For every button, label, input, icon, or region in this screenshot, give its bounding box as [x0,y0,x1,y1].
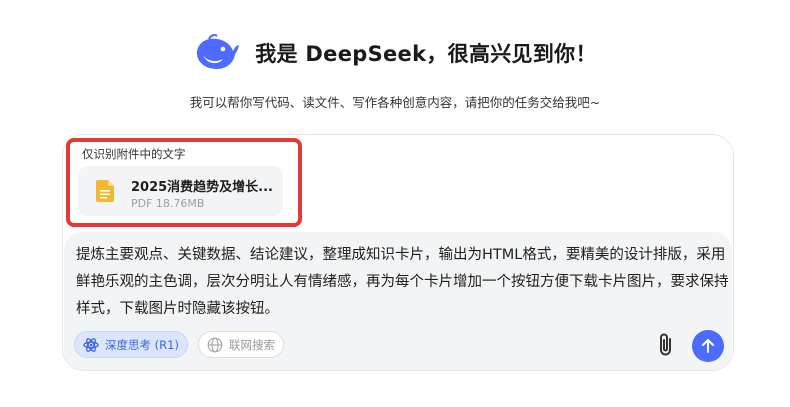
atom-icon [83,337,99,353]
message-input-text[interactable]: 提炼主要观点、关键数据、结论建议，整理成知识卡片，输出为HTML格式，要精美的设… [76,242,730,323]
attachment-area: 仅识别附件中的文字 2025消费趋势及增长... PDF 18.76MB [66,138,302,227]
send-button[interactable] [692,330,724,362]
page-title: 我是 DeepSeek，很高兴见到你！ [255,42,597,66]
arrow-up-icon [700,338,716,354]
document-icon [96,180,114,202]
web-search-label: 联网搜索 [229,337,275,352]
file-meta: PDF 18.76MB [131,197,205,210]
deepseek-whale-icon [193,29,241,77]
subtitle: 我可以帮你写代码、读文件、写作各种创意内容，请把你的任务交给我吧~ [189,95,601,110]
file-attachment-chip[interactable]: 2025消费趋势及增长... PDF 18.76MB [78,166,283,216]
deep-think-toggle[interactable]: 深度思考 (R1) [74,331,188,358]
header: 我是 DeepSeek，很高兴见到你！ [0,28,790,78]
attachment-label: 仅识别附件中的文字 [82,147,186,161]
deep-think-label: 深度思考 (R1) [105,337,179,352]
paperclip-icon[interactable] [655,332,677,358]
globe-icon [207,337,223,353]
file-name: 2025消费趋势及增长... [131,180,273,195]
web-search-toggle[interactable]: 联网搜索 [198,331,284,358]
